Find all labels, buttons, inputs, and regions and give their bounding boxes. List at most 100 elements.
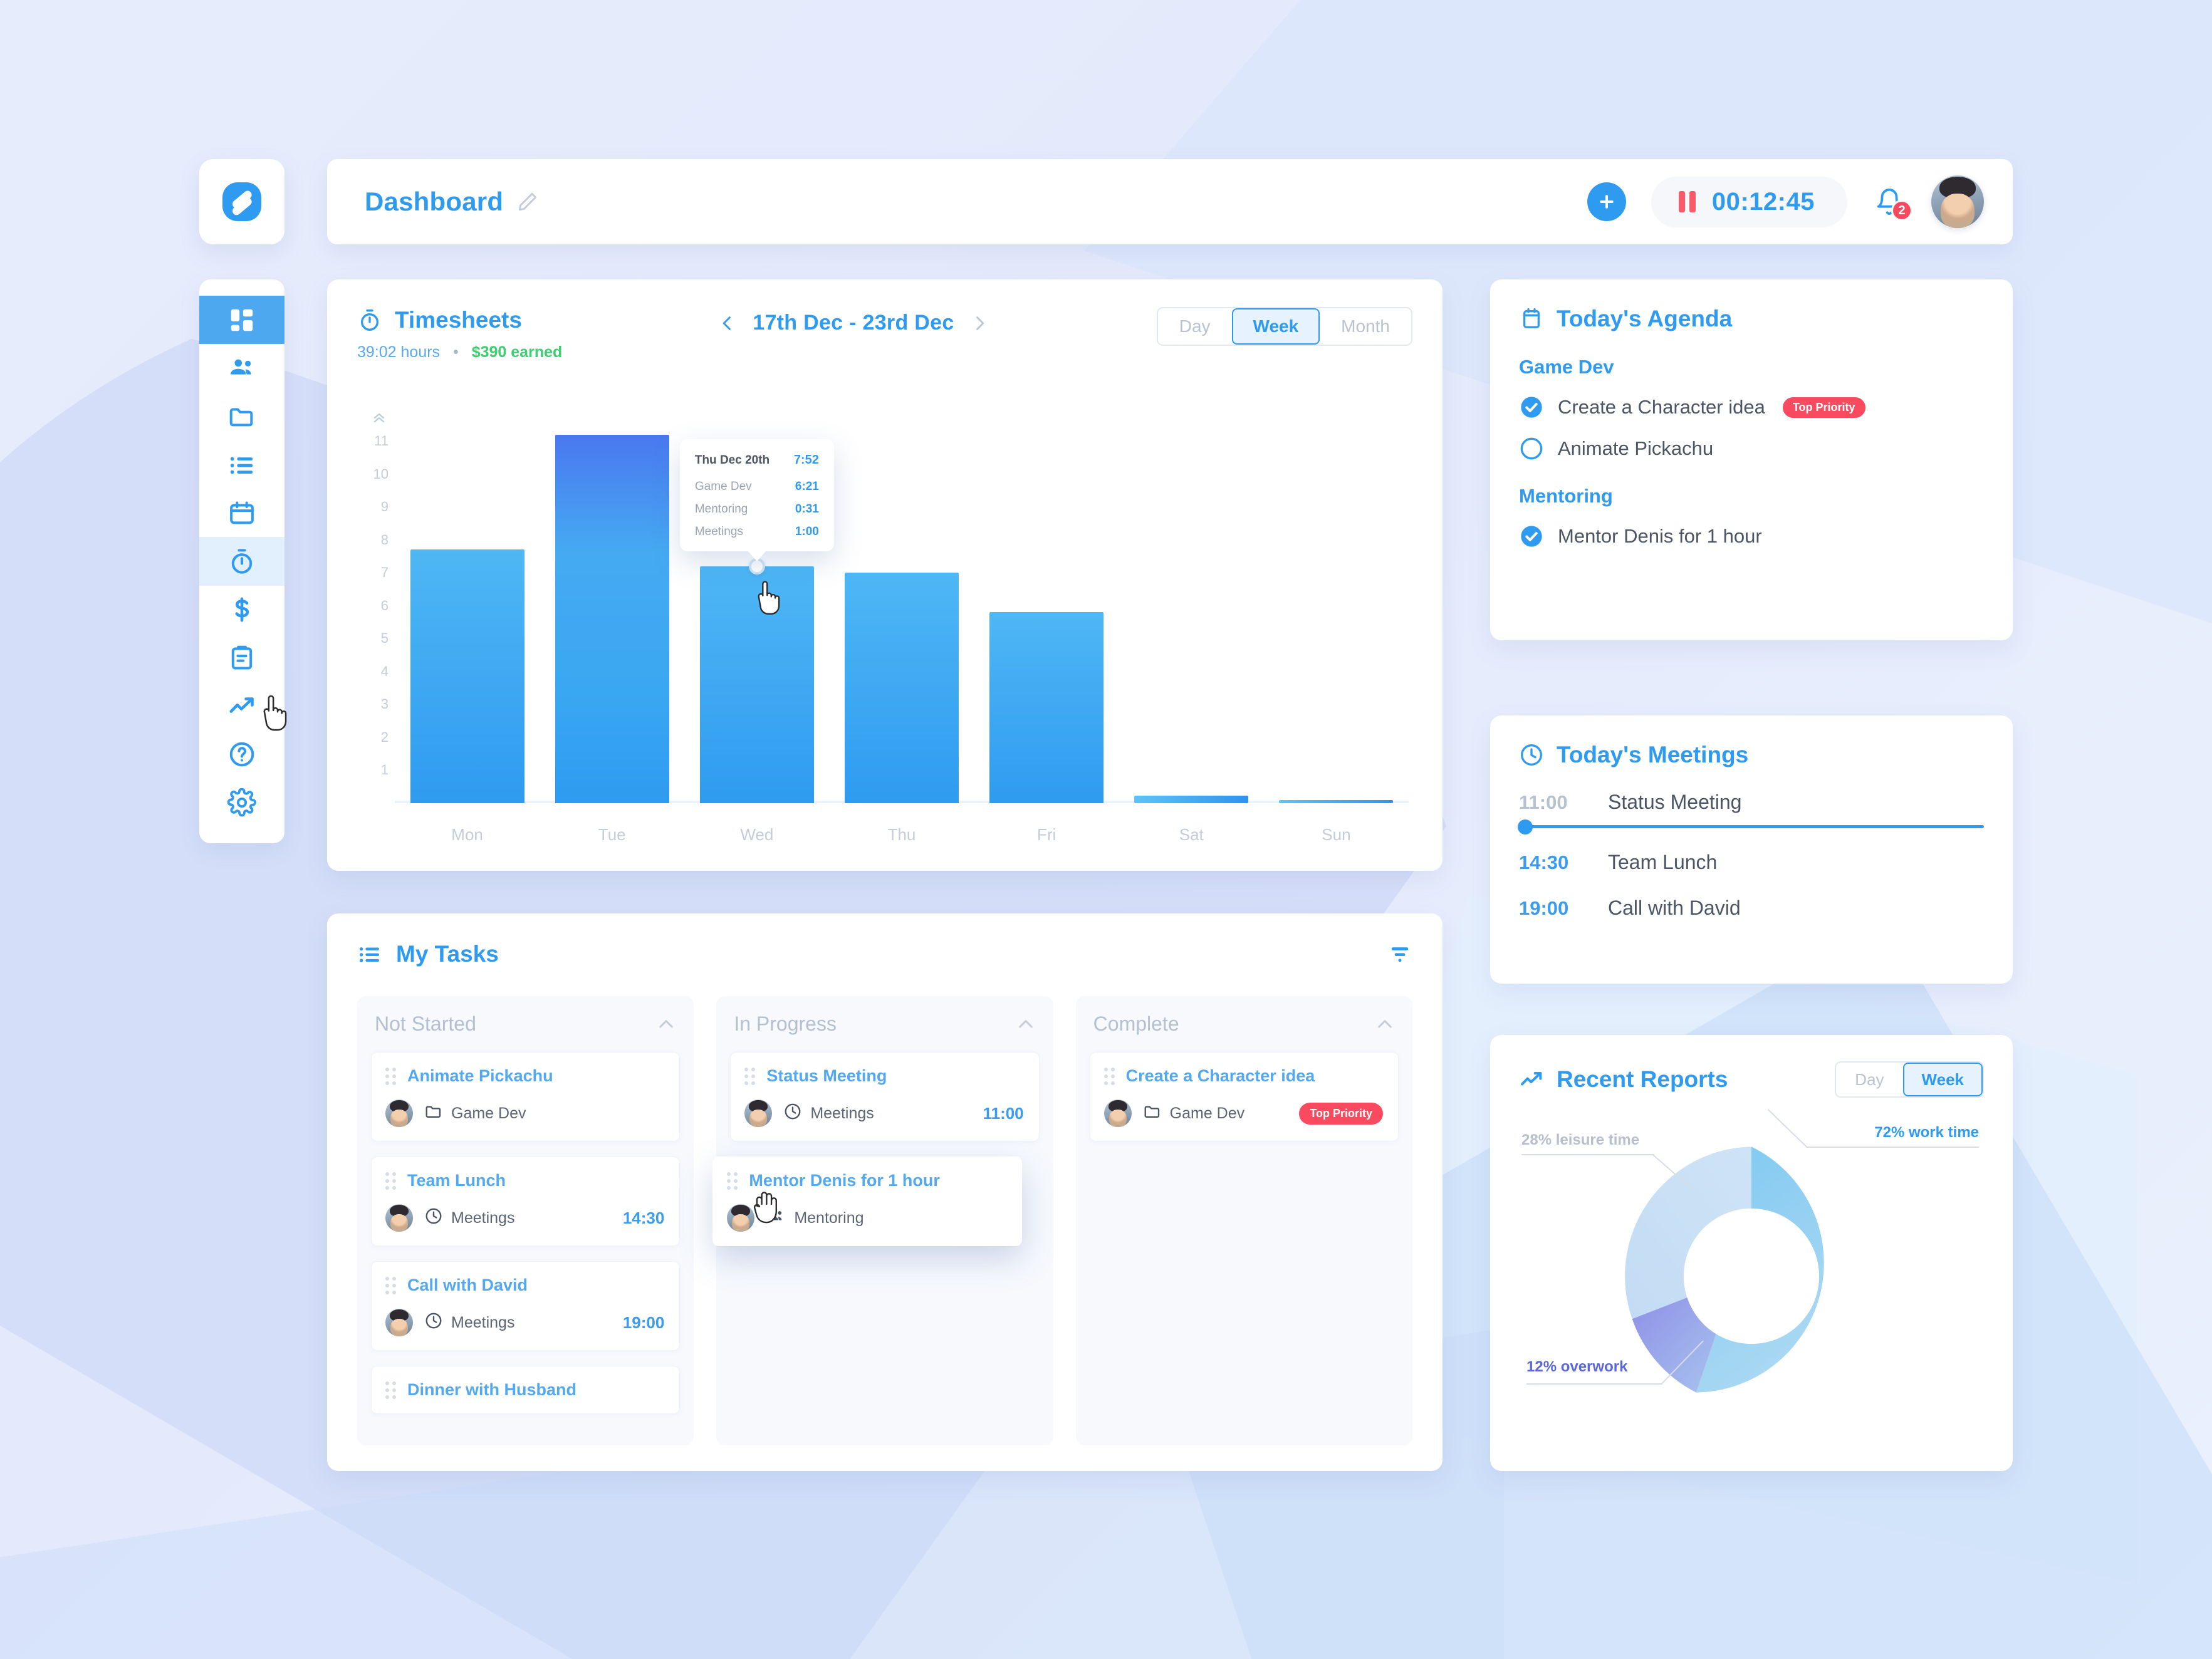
clock-icon xyxy=(783,1102,802,1125)
notification-badge: 2 xyxy=(1891,200,1912,221)
agenda-item[interactable]: Animate Pickachu xyxy=(1519,436,1984,461)
meeting-row[interactable]: 11:00 Status Meeting xyxy=(1519,791,1984,814)
pause-icon[interactable] xyxy=(1678,191,1696,212)
notifications-button[interactable]: 2 xyxy=(1872,184,1912,221)
timer-pill[interactable]: 00:12:45 xyxy=(1651,176,1847,227)
clock-icon xyxy=(424,1207,443,1230)
add-button[interactable] xyxy=(1587,182,1626,221)
chart-bar[interactable] xyxy=(410,549,524,803)
todays-meetings-card: Today's Meetings 11:00 Status Meeting 14… xyxy=(1490,715,2013,984)
agenda-item[interactable]: Mentor Denis for 1 hour xyxy=(1519,524,1984,549)
chart-y-tick: 11 xyxy=(374,433,389,449)
meeting-row[interactable]: 19:00 Call with David xyxy=(1519,897,1984,920)
chart-bar[interactable] xyxy=(1279,799,1394,803)
task-card[interactable]: Dinner with Husband xyxy=(371,1366,681,1414)
folder-icon xyxy=(229,408,253,427)
chart-bar-column[interactable] xyxy=(1119,415,1264,803)
chevron-up-icon[interactable] xyxy=(656,1014,676,1034)
sidebar-item-tasks[interactable] xyxy=(199,440,284,489)
chart-bar[interactable] xyxy=(555,434,669,803)
sidebar-item-invoices[interactable] xyxy=(199,586,284,634)
drag-handle-icon[interactable] xyxy=(744,1067,756,1085)
chart-y-tick: 5 xyxy=(380,630,389,647)
task-card[interactable]: Animate Pickachu Game Dev xyxy=(371,1052,681,1142)
reports-segment-day[interactable]: Day xyxy=(1836,1063,1903,1096)
donut-leader-work xyxy=(1806,1147,1979,1148)
list-icon xyxy=(230,457,253,474)
sidebar-item-reports[interactable] xyxy=(199,634,284,682)
avatar xyxy=(1103,1100,1132,1127)
chart-bar-column[interactable] xyxy=(1264,415,1409,803)
chart-bar-column[interactable] xyxy=(540,415,684,803)
drag-handle-icon[interactable] xyxy=(385,1381,396,1399)
segment-week[interactable]: Week xyxy=(1231,308,1320,345)
task-card[interactable]: Status Meeting Meetings 11:00 xyxy=(730,1052,1040,1142)
chevron-up-icon[interactable] xyxy=(1016,1014,1036,1034)
gear-icon xyxy=(227,788,256,817)
timesheets-card: Timesheets 39:02 hours • $390 earned 17t… xyxy=(327,279,1442,871)
checkbox-unchecked-icon[interactable] xyxy=(1519,436,1544,461)
sidebar-item-settings[interactable] xyxy=(199,779,284,827)
chart-x-label: Wed xyxy=(740,825,774,844)
reports-segment-week[interactable]: Week xyxy=(1902,1063,1983,1096)
dollar-icon xyxy=(235,597,249,622)
drag-handle-icon[interactable] xyxy=(385,1276,396,1294)
chart-bar[interactable] xyxy=(699,566,814,803)
chevron-right-icon[interactable] xyxy=(971,313,988,333)
chevron-up-icon[interactable] xyxy=(1375,1014,1395,1034)
chart-plot xyxy=(395,415,1409,803)
sidebar-item-dashboard[interactable] xyxy=(199,296,284,345)
chart-bar[interactable] xyxy=(989,612,1104,803)
app-logo-icon xyxy=(222,182,261,221)
checkbox-checked-icon[interactable] xyxy=(1519,395,1544,420)
summary-separator: • xyxy=(453,343,459,361)
date-range-label: 17th Dec - 23rd Dec xyxy=(753,311,954,335)
sidebar-item-team[interactable] xyxy=(199,344,284,392)
chart-bar-column[interactable] xyxy=(829,415,974,803)
drag-handle-icon[interactable] xyxy=(385,1172,396,1190)
segment-day[interactable]: Day xyxy=(1157,308,1232,345)
meeting-time: 11:00 xyxy=(1519,791,1568,813)
task-card[interactable]: Mentor Denis for 1 hour Mentoring xyxy=(712,1157,1022,1246)
task-card[interactable]: Team Lunch Meetings 14:30 xyxy=(371,1157,681,1246)
app-logo[interactable] xyxy=(199,159,284,244)
avatar[interactable] xyxy=(1931,175,1984,228)
avatar xyxy=(385,1100,413,1127)
sidebar-item-help[interactable] xyxy=(199,731,284,779)
drag-handle-icon[interactable] xyxy=(385,1067,396,1085)
chart-bar[interactable] xyxy=(1134,796,1249,803)
pencil-icon[interactable] xyxy=(517,191,538,212)
meeting-row[interactable]: 14:30 Team Lunch xyxy=(1519,851,1984,874)
filter-icon[interactable] xyxy=(1387,942,1412,967)
task-card-meta: Meetings 19:00 xyxy=(385,1309,664,1336)
reports-donut-area: 72% work time 28% leisure time 12% overw… xyxy=(1519,1108,1984,1433)
agenda-item[interactable]: Create a Character idea Top Priority xyxy=(1519,395,1984,420)
task-card[interactable]: Create a Character idea Game Dev Top Prior… xyxy=(1089,1052,1399,1142)
folder-icon xyxy=(424,1102,443,1125)
segment-month[interactable]: Month xyxy=(1320,308,1411,345)
sidebar-item-timesheets[interactable] xyxy=(199,537,284,586)
task-card[interactable]: Call with David Meetings 19:00 xyxy=(371,1261,681,1351)
checkbox-checked-icon[interactable] xyxy=(1519,524,1544,549)
timesheets-title-block: Timesheets 39:02 hours • $390 earned xyxy=(357,307,562,361)
task-name: Call with David xyxy=(407,1276,528,1294)
task-card-header: Create a Character idea xyxy=(1103,1066,1383,1086)
drag-handle-icon[interactable] xyxy=(727,1172,738,1190)
task-card-meta: Meetings 14:30 xyxy=(385,1204,664,1232)
chevron-up-double-icon xyxy=(371,410,387,428)
chevron-left-icon[interactable] xyxy=(719,313,736,333)
task-card-header: Mentor Denis for 1 hour xyxy=(727,1171,1006,1190)
chart-x-axis: Mon Tue Wed Thu Fri Sat Sun xyxy=(395,825,1409,845)
sidebar-item-projects[interactable] xyxy=(199,392,284,440)
sidebar-item-calendar[interactable] xyxy=(199,489,284,537)
chart-bar[interactable] xyxy=(844,573,959,803)
chart-y-axis: 1 2 3 4 5 6 7 8 9 10 11 xyxy=(357,413,389,803)
sidebar-item-analytics[interactable] xyxy=(199,682,284,731)
drag-handle-icon[interactable] xyxy=(1103,1067,1115,1085)
chart-bar-column[interactable] xyxy=(974,415,1119,803)
timesheets-earned: $390 earned xyxy=(471,343,563,361)
chart-y-tick: 10 xyxy=(373,465,389,482)
donut-label-work: 72% work time xyxy=(1874,1124,1979,1141)
agenda-item-label: Create a Character idea xyxy=(1558,396,1765,418)
chart-bar-column[interactable] xyxy=(395,415,540,803)
